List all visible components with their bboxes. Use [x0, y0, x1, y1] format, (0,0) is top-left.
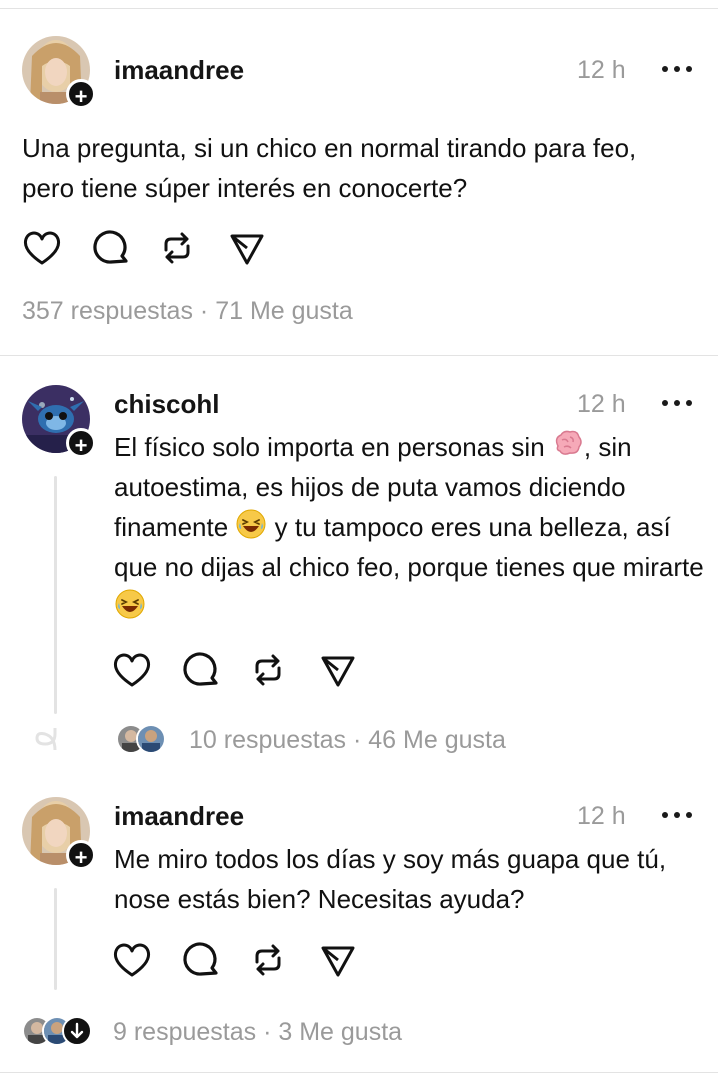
- repost-icon[interactable]: [248, 940, 288, 980]
- reply-stats: 9 respuestas · 3 Me gusta: [113, 1018, 402, 1047]
- follow-plus-icon[interactable]: +: [66, 840, 96, 870]
- expand-replies-icon[interactable]: [62, 1016, 92, 1046]
- separator: ·: [353, 726, 362, 754]
- reply-stats: 10 respuestas · 46 Me gusta: [189, 726, 506, 755]
- follow-plus-icon[interactable]: +: [66, 79, 96, 109]
- thread-line: [54, 476, 57, 714]
- timestamp: 12 h: [577, 56, 626, 84]
- reply-count[interactable]: 10 respuestas: [189, 726, 346, 754]
- more-icon[interactable]: [660, 803, 694, 827]
- more-icon[interactable]: [660, 57, 694, 81]
- share-icon[interactable]: [318, 940, 358, 980]
- reply-text: El físico solo importa en personas sin ,…: [114, 427, 704, 627]
- username[interactable]: imaandree: [114, 55, 244, 86]
- like-count[interactable]: 46 Me gusta: [368, 726, 506, 754]
- heart-icon[interactable]: [112, 650, 152, 690]
- repost-icon[interactable]: [157, 228, 197, 268]
- reply-text: Me miro todos los días y soy más guapa q…: [114, 844, 667, 914]
- post-stats: 357 respuestas · 71 Me gusta: [22, 297, 353, 326]
- comment-icon[interactable]: [182, 650, 222, 690]
- username[interactable]: chiscohl: [114, 389, 219, 420]
- reply-count[interactable]: 357 respuestas: [22, 297, 193, 325]
- comment-icon[interactable]: [92, 228, 132, 268]
- laughing-emoji-icon: [115, 589, 145, 619]
- timestamp: 12 h: [577, 390, 626, 418]
- top-divider: [0, 8, 718, 9]
- bottom-divider: [0, 1072, 718, 1073]
- like-count[interactable]: 71 Me gusta: [215, 297, 353, 325]
- heart-icon[interactable]: [112, 940, 152, 980]
- reply-text-part: El físico solo importa en personas sin: [114, 432, 545, 462]
- thread-curl-icon: [35, 728, 57, 750]
- reply-count[interactable]: 9 respuestas: [113, 1018, 256, 1046]
- like-count[interactable]: 3 Me gusta: [278, 1018, 402, 1046]
- post-text: Una pregunta, si un chico en normal tira…: [22, 133, 637, 203]
- more-icon[interactable]: [660, 391, 694, 415]
- separator: ·: [263, 1018, 272, 1046]
- share-icon[interactable]: [227, 228, 267, 268]
- replier-avatar: [136, 724, 166, 754]
- share-icon[interactable]: [318, 650, 358, 690]
- timestamp: 12 h: [577, 802, 626, 830]
- laughing-emoji-icon: [236, 509, 266, 539]
- separator: ·: [199, 297, 209, 325]
- comment-icon[interactable]: [182, 940, 222, 980]
- thread-line: [54, 888, 57, 990]
- username[interactable]: imaandree: [114, 801, 244, 832]
- follow-plus-icon[interactable]: +: [66, 428, 96, 458]
- repost-icon[interactable]: [248, 650, 288, 690]
- brain-emoji-icon: [555, 430, 582, 455]
- heart-icon[interactable]: [22, 228, 62, 268]
- post-divider: [0, 355, 718, 356]
